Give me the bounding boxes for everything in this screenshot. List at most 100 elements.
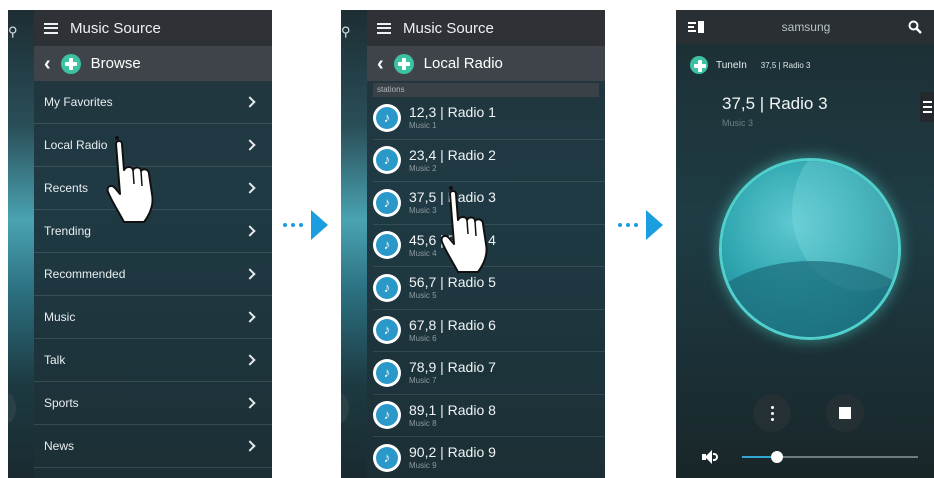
now-playing-background: samsung TuneIn 37,5 | Radio 3 37,5 | Rad… <box>676 10 934 478</box>
music-note-icon: ♪ <box>373 443 401 472</box>
browse-subheader: ‹ Browse <box>34 46 272 81</box>
subheader-title: Local Radio <box>423 55 503 72</box>
station-subtitle: Music 7 <box>409 376 437 386</box>
station-title: 78,9 | Radio 7 <box>409 359 496 376</box>
music-note-icon: ♪ <box>373 273 401 302</box>
search-icon[interactable] <box>908 20 922 34</box>
chevron-right-icon <box>244 96 256 108</box>
background-blob <box>341 393 349 423</box>
station-title: 56,7 | Radio 5 <box>409 274 496 291</box>
stations-section-label: stations <box>373 83 599 97</box>
volume-icon[interactable] <box>702 450 722 464</box>
now-playing-title: 37,5 | Radio 3 <box>722 94 828 113</box>
menu-item-label: Sports <box>44 396 79 410</box>
chevron-right-icon <box>244 440 256 452</box>
menu-item-my-favorites[interactable]: My Favorites <box>34 81 272 124</box>
chevron-right-icon <box>244 182 256 194</box>
menu-item-label: My Favorites <box>44 95 113 109</box>
station-item[interactable]: ♪ 78,9 | Radio 7 Music 7 <box>373 352 605 395</box>
more-vert-icon[interactable] <box>753 394 791 432</box>
tunein-icon <box>393 53 414 74</box>
station-title: 12,3 | Radio 1 <box>409 104 496 121</box>
source-station: 37,5 | Radio 3 <box>760 60 811 70</box>
background-strip: ⚲ <box>8 10 36 478</box>
header-title: Music Source <box>70 19 161 37</box>
chevron-right-icon <box>244 354 256 366</box>
station-title: 23,4 | Radio 2 <box>409 146 496 163</box>
speaker-list-icon[interactable] <box>688 21 704 33</box>
music-note-icon: ♪ <box>373 358 401 387</box>
device-name: samsung <box>781 20 831 34</box>
side-menu-icon[interactable] <box>920 92 934 122</box>
menu-item-talk[interactable]: Talk <box>34 339 272 382</box>
music-note-icon: ♪ <box>373 103 401 132</box>
music-source-header: Music Source <box>367 10 605 46</box>
tunein-icon <box>60 53 81 74</box>
header-title: Music Source <box>403 19 494 37</box>
menu-item-music[interactable]: Music <box>34 296 272 339</box>
now-playing-header: samsung <box>676 10 934 44</box>
menu-item-label: Recents <box>44 181 89 195</box>
station-title: 90,2 | Radio 9 <box>409 444 496 461</box>
back-chevron-icon[interactable]: ‹ <box>44 54 51 74</box>
volume-knob[interactable] <box>771 451 784 463</box>
local-radio-subheader: ‹ Local Radio <box>367 46 605 81</box>
stop-button[interactable] <box>826 394 864 432</box>
music-note-icon: ♪ <box>373 231 401 260</box>
menu-item-label: Music <box>44 310 76 324</box>
music-note-icon: ♪ <box>373 146 401 175</box>
music-note-icon: ♪ <box>373 316 401 345</box>
hamburger-icon[interactable] <box>377 22 391 34</box>
tap-hand-icon <box>106 136 154 223</box>
menu-item-recommended[interactable]: Recommended <box>34 253 272 296</box>
chevron-right-icon <box>244 225 256 237</box>
chevron-right-icon <box>244 268 256 280</box>
music-source-header: Music Source <box>34 10 272 46</box>
station-subtitle: Music 5 <box>409 291 437 301</box>
station-item[interactable]: ♪ 12,3 | Radio 1 Music 1 <box>373 97 605 140</box>
chevron-right-icon <box>244 311 256 323</box>
tap-hand-icon <box>440 186 488 273</box>
browse-screen: ⚲ Music Source ‹ Browse My Favorites Loc… <box>8 10 272 478</box>
station-item[interactable]: ♪ 67,8 | Radio 6 Music 6 <box>373 310 605 352</box>
station-subtitle: Music 1 <box>409 121 437 131</box>
volume-slider[interactable] <box>742 451 918 463</box>
menu-item-news[interactable]: News <box>34 425 272 468</box>
chevron-right-icon <box>244 139 256 151</box>
background-blob <box>8 393 16 423</box>
menu-item-label: Trending <box>44 224 91 238</box>
menu-item-sports[interactable]: Sports <box>34 382 272 425</box>
station-item[interactable]: ♪ 90,2 | Radio 9 Music 9 <box>373 437 605 478</box>
station-item[interactable]: ♪ 23,4 | Radio 2 Music 2 <box>373 140 605 182</box>
now-playing-subtitle: Music 3 <box>722 118 754 128</box>
station-subtitle: Music 9 <box>409 461 437 471</box>
menu-item-label: Local Radio <box>44 138 108 152</box>
menu-item-label: News <box>44 439 75 453</box>
music-note-icon: ♪ <box>373 188 401 217</box>
menu-item-label: Recommended <box>44 267 126 281</box>
station-subtitle: Music 8 <box>409 418 437 428</box>
station-list: ♪ 12,3 | Radio 1 Music 1 ♪ 23,4 | Radio 2 Mu… <box>367 97 605 478</box>
station-subtitle: Music 2 <box>409 163 437 173</box>
now-playing-screen: samsung TuneIn 37,5 | Radio 3 37,5 | Rad… <box>676 10 934 478</box>
station-title: 89,1 | Radio 8 <box>409 401 496 418</box>
chevron-right-icon <box>244 397 256 409</box>
stop-icon <box>839 407 851 419</box>
music-note-icon: ♪ <box>373 401 401 430</box>
source-row: TuneIn 37,5 | Radio 3 <box>676 44 934 74</box>
subheader-title: Browse <box>90 55 141 72</box>
album-art <box>722 161 898 337</box>
tunein-icon <box>690 56 708 74</box>
search-icon: ⚲ <box>8 24 18 39</box>
station-subtitle: Music 6 <box>409 333 437 343</box>
back-chevron-icon[interactable]: ‹ <box>377 54 384 74</box>
station-title: 67,8 | Radio 6 <box>409 316 496 333</box>
music-source-panel: Music Source ‹ Browse My Favorites Local… <box>34 10 272 478</box>
background-strip: ⚲ <box>341 10 369 478</box>
next-arrow-icon <box>618 210 668 240</box>
next-arrow-icon <box>283 210 333 240</box>
search-icon: ⚲ <box>341 24 351 39</box>
menu-item-label: Talk <box>44 353 66 367</box>
station-item[interactable]: ♪ 89,1 | Radio 8 Music 8 <box>373 395 605 437</box>
hamburger-icon[interactable] <box>44 22 58 34</box>
